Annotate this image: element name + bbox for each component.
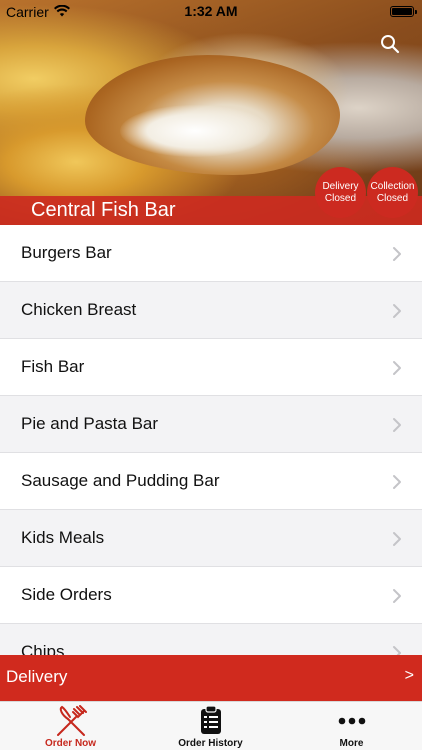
tab-more[interactable]: More [281,702,422,750]
category-label: Sausage and Pudding Bar [21,471,220,490]
tab-bar: Order Now Order History More [0,701,422,750]
status-bar: Carrier 1:32 AM [0,0,422,22]
tab-label: Order Now [44,738,97,749]
category-row[interactable]: Pie and Pasta Bar [0,396,422,453]
clipboard-icon [200,705,221,734]
category-row[interactable]: Sausage and Pudding Bar [0,453,422,510]
category-row[interactable]: Side Orders [0,567,422,624]
delivery-arrow-icon: > [404,667,414,684]
category-label: Chips [21,642,65,655]
chevron-right-icon [393,247,401,261]
delivery-status-line1: Delivery [322,180,359,192]
delivery-status-badge: Delivery Closed [315,167,366,218]
category-label: Pie and Pasta Bar [21,414,159,433]
chevron-right-icon [393,304,401,318]
collection-status-line1: Collection [370,180,415,192]
fork-knife-icon [56,705,87,736]
battery-icon [390,6,417,17]
tab-label: Order History [178,738,243,749]
more-dots-icon [338,717,365,725]
chevron-right-icon [393,589,401,603]
category-label: Kids Meals [21,528,105,547]
category-row[interactable]: Burgers Bar [0,225,422,282]
delivery-mode-bar[interactable]: Delivery > [0,655,422,701]
delivery-status-line2: Closed [324,192,357,204]
chevron-right-icon [393,532,401,546]
chevron-right-icon [393,646,401,655]
tab-order-history[interactable]: Order History [140,702,281,750]
category-list[interactable]: Burgers Bar Chicken Breast Fish Bar Pie … [0,225,422,655]
category-row[interactable]: Kids Meals [0,510,422,567]
tab-order-now[interactable]: Order Now [0,702,141,750]
category-row[interactable]: Chicken Breast [0,282,422,339]
category-label: Burgers Bar [21,243,112,262]
chevron-right-icon [393,418,401,432]
collection-status-line2: Closed [376,192,409,204]
delivery-mode-label: Delivery [6,667,68,686]
search-icon[interactable] [380,34,400,54]
category-row[interactable]: Fish Bar [0,339,422,396]
chevron-right-icon [393,361,401,375]
tab-label: More [339,738,364,749]
clock: 1:32 AM [184,3,238,19]
category-row[interactable]: Chips [0,624,422,655]
restaurant-name: Central Fish Bar [31,199,176,221]
category-label: Fish Bar [21,357,85,376]
fish-flesh [120,105,270,157]
collection-status-badge: Collection Closed [367,167,418,218]
category-label: Chicken Breast [21,300,137,319]
chevron-right-icon [393,475,401,489]
category-label: Side Orders [21,585,112,604]
